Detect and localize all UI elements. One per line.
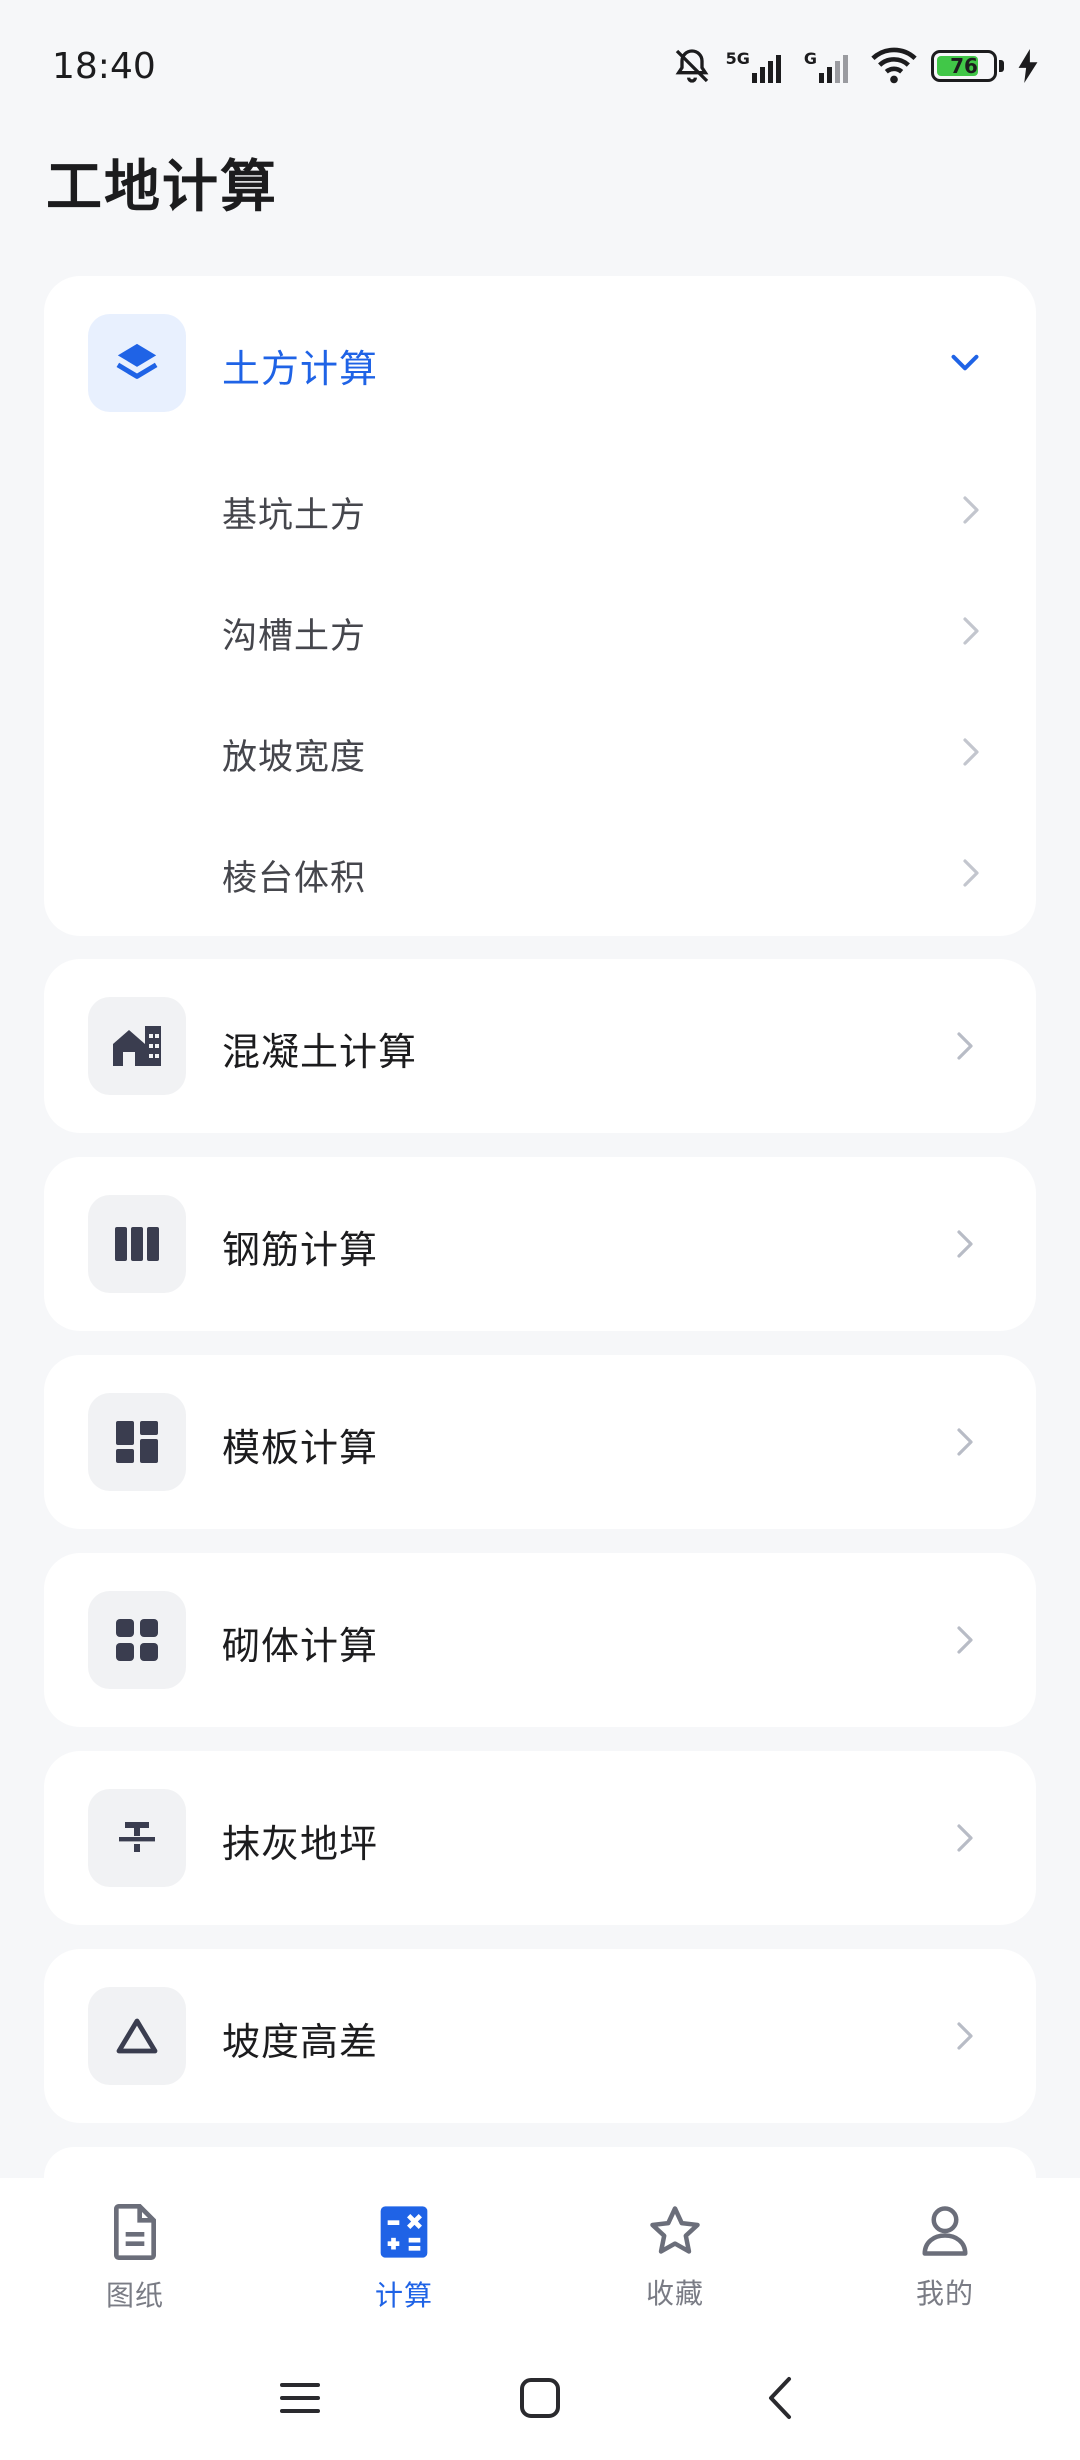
mute-bell-icon bbox=[672, 46, 712, 86]
nav-item-drawings[interactable]: 图纸 bbox=[35, 2204, 235, 2324]
sub-item-slope-width[interactable]: 放坡宽度 bbox=[44, 693, 1036, 814]
document-icon bbox=[110, 2204, 160, 2264]
building-icon bbox=[88, 997, 186, 1095]
section-row: 抹灰地坪 bbox=[44, 1751, 1036, 1925]
status-time: 18:40 bbox=[52, 46, 156, 87]
sub-item-pit-earthwork[interactable]: 基坑土方 bbox=[44, 451, 1036, 572]
bottom-nav: 图纸 计算 收藏 我的 bbox=[0, 2178, 1080, 2338]
layers-icon bbox=[88, 314, 186, 412]
sub-item-label: 基坑土方 bbox=[222, 496, 367, 536]
section-header-earthwork[interactable]: 土方计算 bbox=[44, 276, 1036, 450]
menu-icon[interactable] bbox=[270, 2368, 330, 2428]
status-icons: 5G G 76 bbox=[672, 42, 1038, 90]
section-row: 钢筋计算 bbox=[44, 1157, 1036, 1331]
section-label: 钢筋计算 bbox=[222, 1228, 379, 1272]
chevron-right-icon bbox=[962, 495, 980, 529]
dashboard-blocks-icon bbox=[88, 1393, 186, 1491]
section-row: 模板计算 bbox=[44, 1355, 1036, 1529]
sub-item-label: 沟槽土方 bbox=[222, 617, 367, 657]
nav-item-calculate[interactable]: 计算 bbox=[304, 2204, 504, 2324]
nav-label: 收藏 bbox=[645, 2277, 704, 2310]
star-icon bbox=[648, 2204, 702, 2262]
battery-icon: 76 bbox=[931, 50, 1004, 82]
person-icon bbox=[919, 2204, 971, 2262]
section-card-masonry[interactable]: 砌体计算 bbox=[44, 1553, 1036, 1727]
section-card-slope-height[interactable]: 坡度高差 bbox=[44, 1949, 1036, 2123]
charging-bolt-icon bbox=[1018, 49, 1038, 83]
section-card-earthwork: 土方计算 基坑土方 沟槽土方 放坡宽度 棱台体积 bbox=[44, 276, 1036, 936]
section-label: 混凝土计算 bbox=[222, 1030, 418, 1074]
page-title: 工地计算 bbox=[46, 155, 278, 220]
chevron-right-icon bbox=[950, 2021, 980, 2051]
chevron-right-icon bbox=[962, 858, 980, 892]
section-label: 坡度高差 bbox=[222, 2020, 379, 2064]
section-card-concrete[interactable]: 混凝土计算 bbox=[44, 959, 1036, 1133]
system-nav-bar bbox=[0, 2338, 1080, 2460]
section-label: 抹灰地坪 bbox=[222, 1822, 379, 1866]
back-icon[interactable] bbox=[750, 2368, 810, 2428]
nav-label: 计算 bbox=[374, 2279, 433, 2312]
section-row: 坡度高差 bbox=[44, 1949, 1036, 2123]
chevron-right-icon bbox=[950, 1031, 980, 1061]
chevron-right-icon bbox=[950, 1823, 980, 1853]
section-label: 砌体计算 bbox=[222, 1624, 379, 1668]
sub-item-trench-earthwork[interactable]: 沟槽土方 bbox=[44, 572, 1036, 693]
chevron-right-icon bbox=[950, 1427, 980, 1457]
wifi-icon bbox=[871, 46, 917, 86]
chevron-right-icon bbox=[950, 1229, 980, 1259]
section-label: 土方计算 bbox=[222, 347, 379, 391]
strikethrough-icon bbox=[88, 1789, 186, 1887]
section-card-formwork[interactable]: 模板计算 bbox=[44, 1355, 1036, 1529]
nav-item-favorites[interactable]: 收藏 bbox=[575, 2204, 775, 2324]
section-label: 模板计算 bbox=[222, 1426, 379, 1470]
section-row: 砌体计算 bbox=[44, 1553, 1036, 1727]
section-card-plaster-floor[interactable]: 抹灰地坪 bbox=[44, 1751, 1036, 1925]
chevron-right-icon bbox=[962, 737, 980, 771]
nav-label: 图纸 bbox=[105, 2279, 164, 2312]
section-card-rebar[interactable]: 钢筋计算 bbox=[44, 1157, 1036, 1331]
chevron-down-icon[interactable] bbox=[950, 348, 980, 378]
sub-item-label: 放坡宽度 bbox=[222, 738, 367, 778]
signal-g-icon: G bbox=[804, 49, 857, 83]
home-icon[interactable] bbox=[510, 2368, 570, 2428]
section-row: 混凝土计算 bbox=[44, 959, 1036, 1133]
sub-item-label: 棱台体积 bbox=[222, 859, 367, 899]
rebar-columns-icon bbox=[88, 1195, 186, 1293]
nav-item-profile[interactable]: 我的 bbox=[845, 2204, 1045, 2324]
calculator-icon bbox=[378, 2204, 430, 2264]
triangle-icon bbox=[88, 1987, 186, 2085]
chevron-right-icon bbox=[962, 616, 980, 650]
status-bar: 18:40 5G G 76 bbox=[0, 0, 1080, 140]
sub-item-frustum-volume[interactable]: 棱台体积 bbox=[44, 814, 1036, 935]
app-screen: 18:40 5G G 76 工地计算 土方计算 基坑土方 沟槽土方 放坡宽度 棱… bbox=[0, 0, 1080, 2460]
grid-blocks-icon bbox=[88, 1591, 186, 1689]
chevron-right-icon bbox=[950, 1625, 980, 1655]
nav-label: 我的 bbox=[915, 2277, 974, 2310]
signal-5g-icon: 5G bbox=[726, 49, 790, 83]
